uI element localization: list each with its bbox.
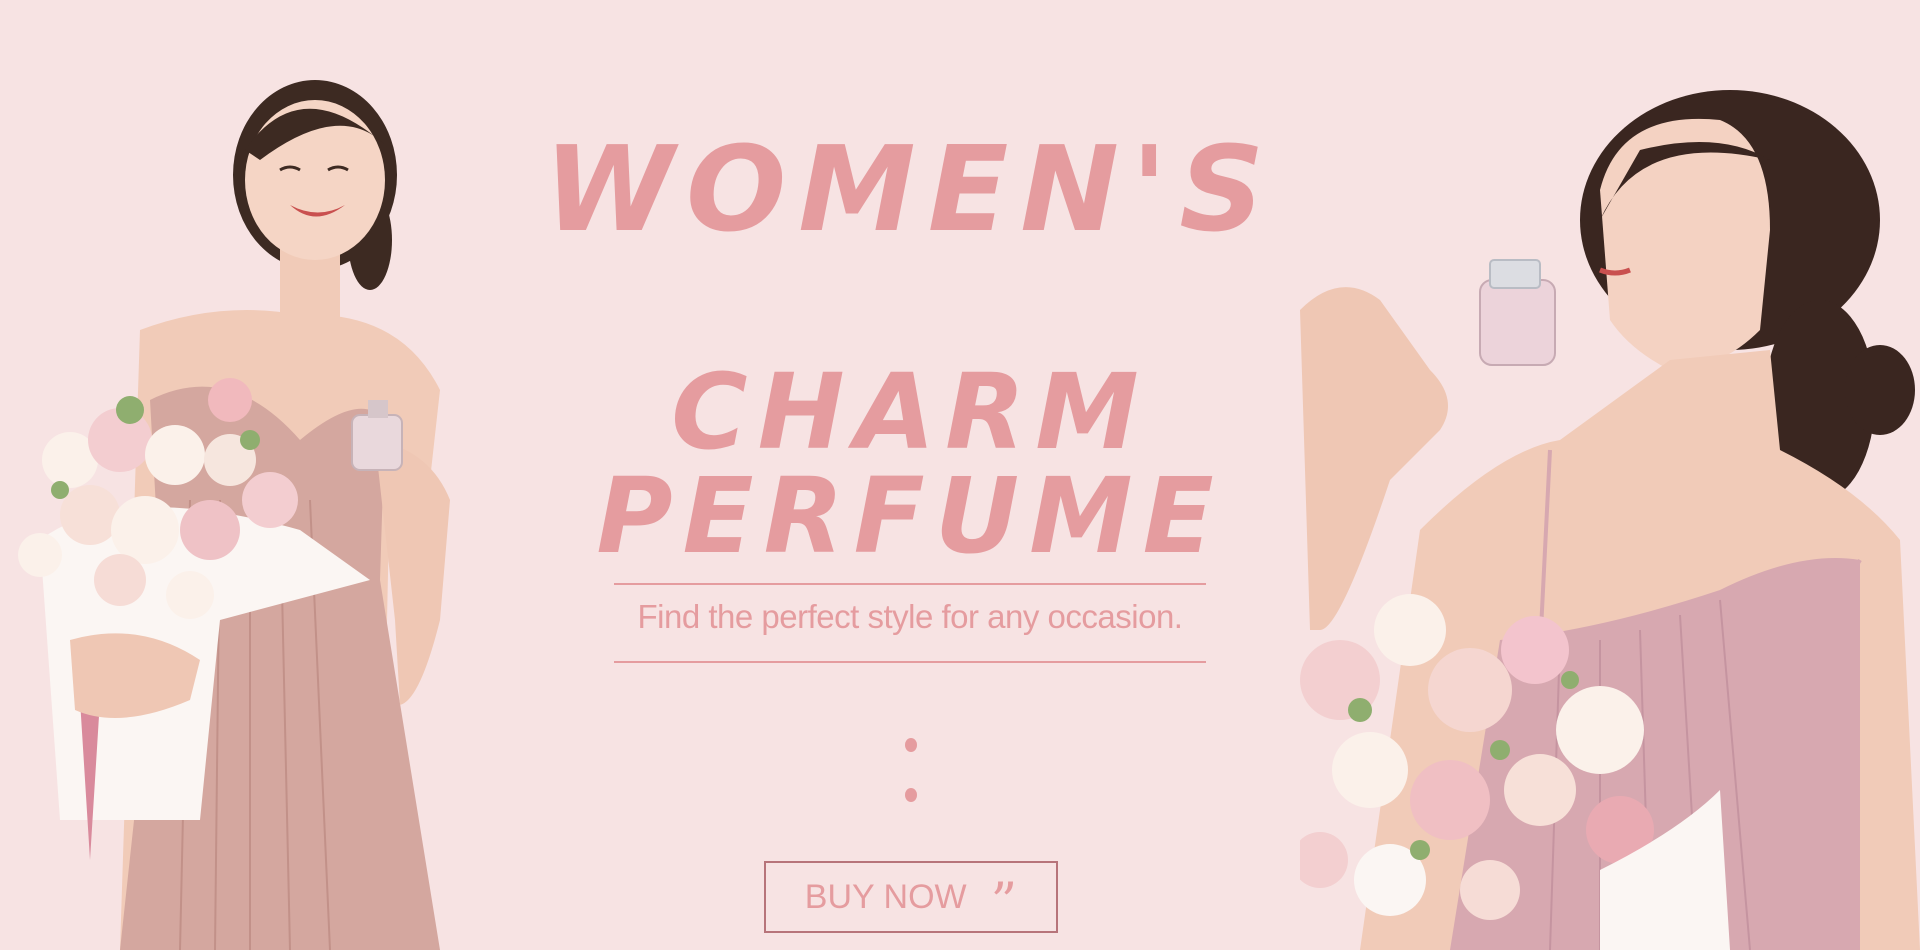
hero-banner: WOMEN'S CHARM PERFUME Find the perfect s… bbox=[0, 0, 1920, 950]
decorative-dot-bottom bbox=[905, 788, 917, 802]
headline-line-1: WOMEN'S bbox=[543, 120, 1277, 258]
decorative-dot-top bbox=[905, 738, 917, 752]
buy-now-button[interactable]: BUY NOW ” bbox=[764, 861, 1058, 933]
model-right-image bbox=[1300, 90, 1920, 950]
headline-line-2: CHARM PERFUME bbox=[596, 351, 1224, 577]
tagline-divider-top bbox=[614, 583, 1206, 585]
tagline: Find the perfect style for any occasion. bbox=[637, 598, 1183, 635]
close-quote-icon: ” bbox=[990, 873, 1018, 933]
buy-now-label: BUY NOW bbox=[804, 877, 967, 916]
tagline-divider-bottom bbox=[614, 661, 1206, 663]
model-left-image bbox=[18, 80, 450, 950]
